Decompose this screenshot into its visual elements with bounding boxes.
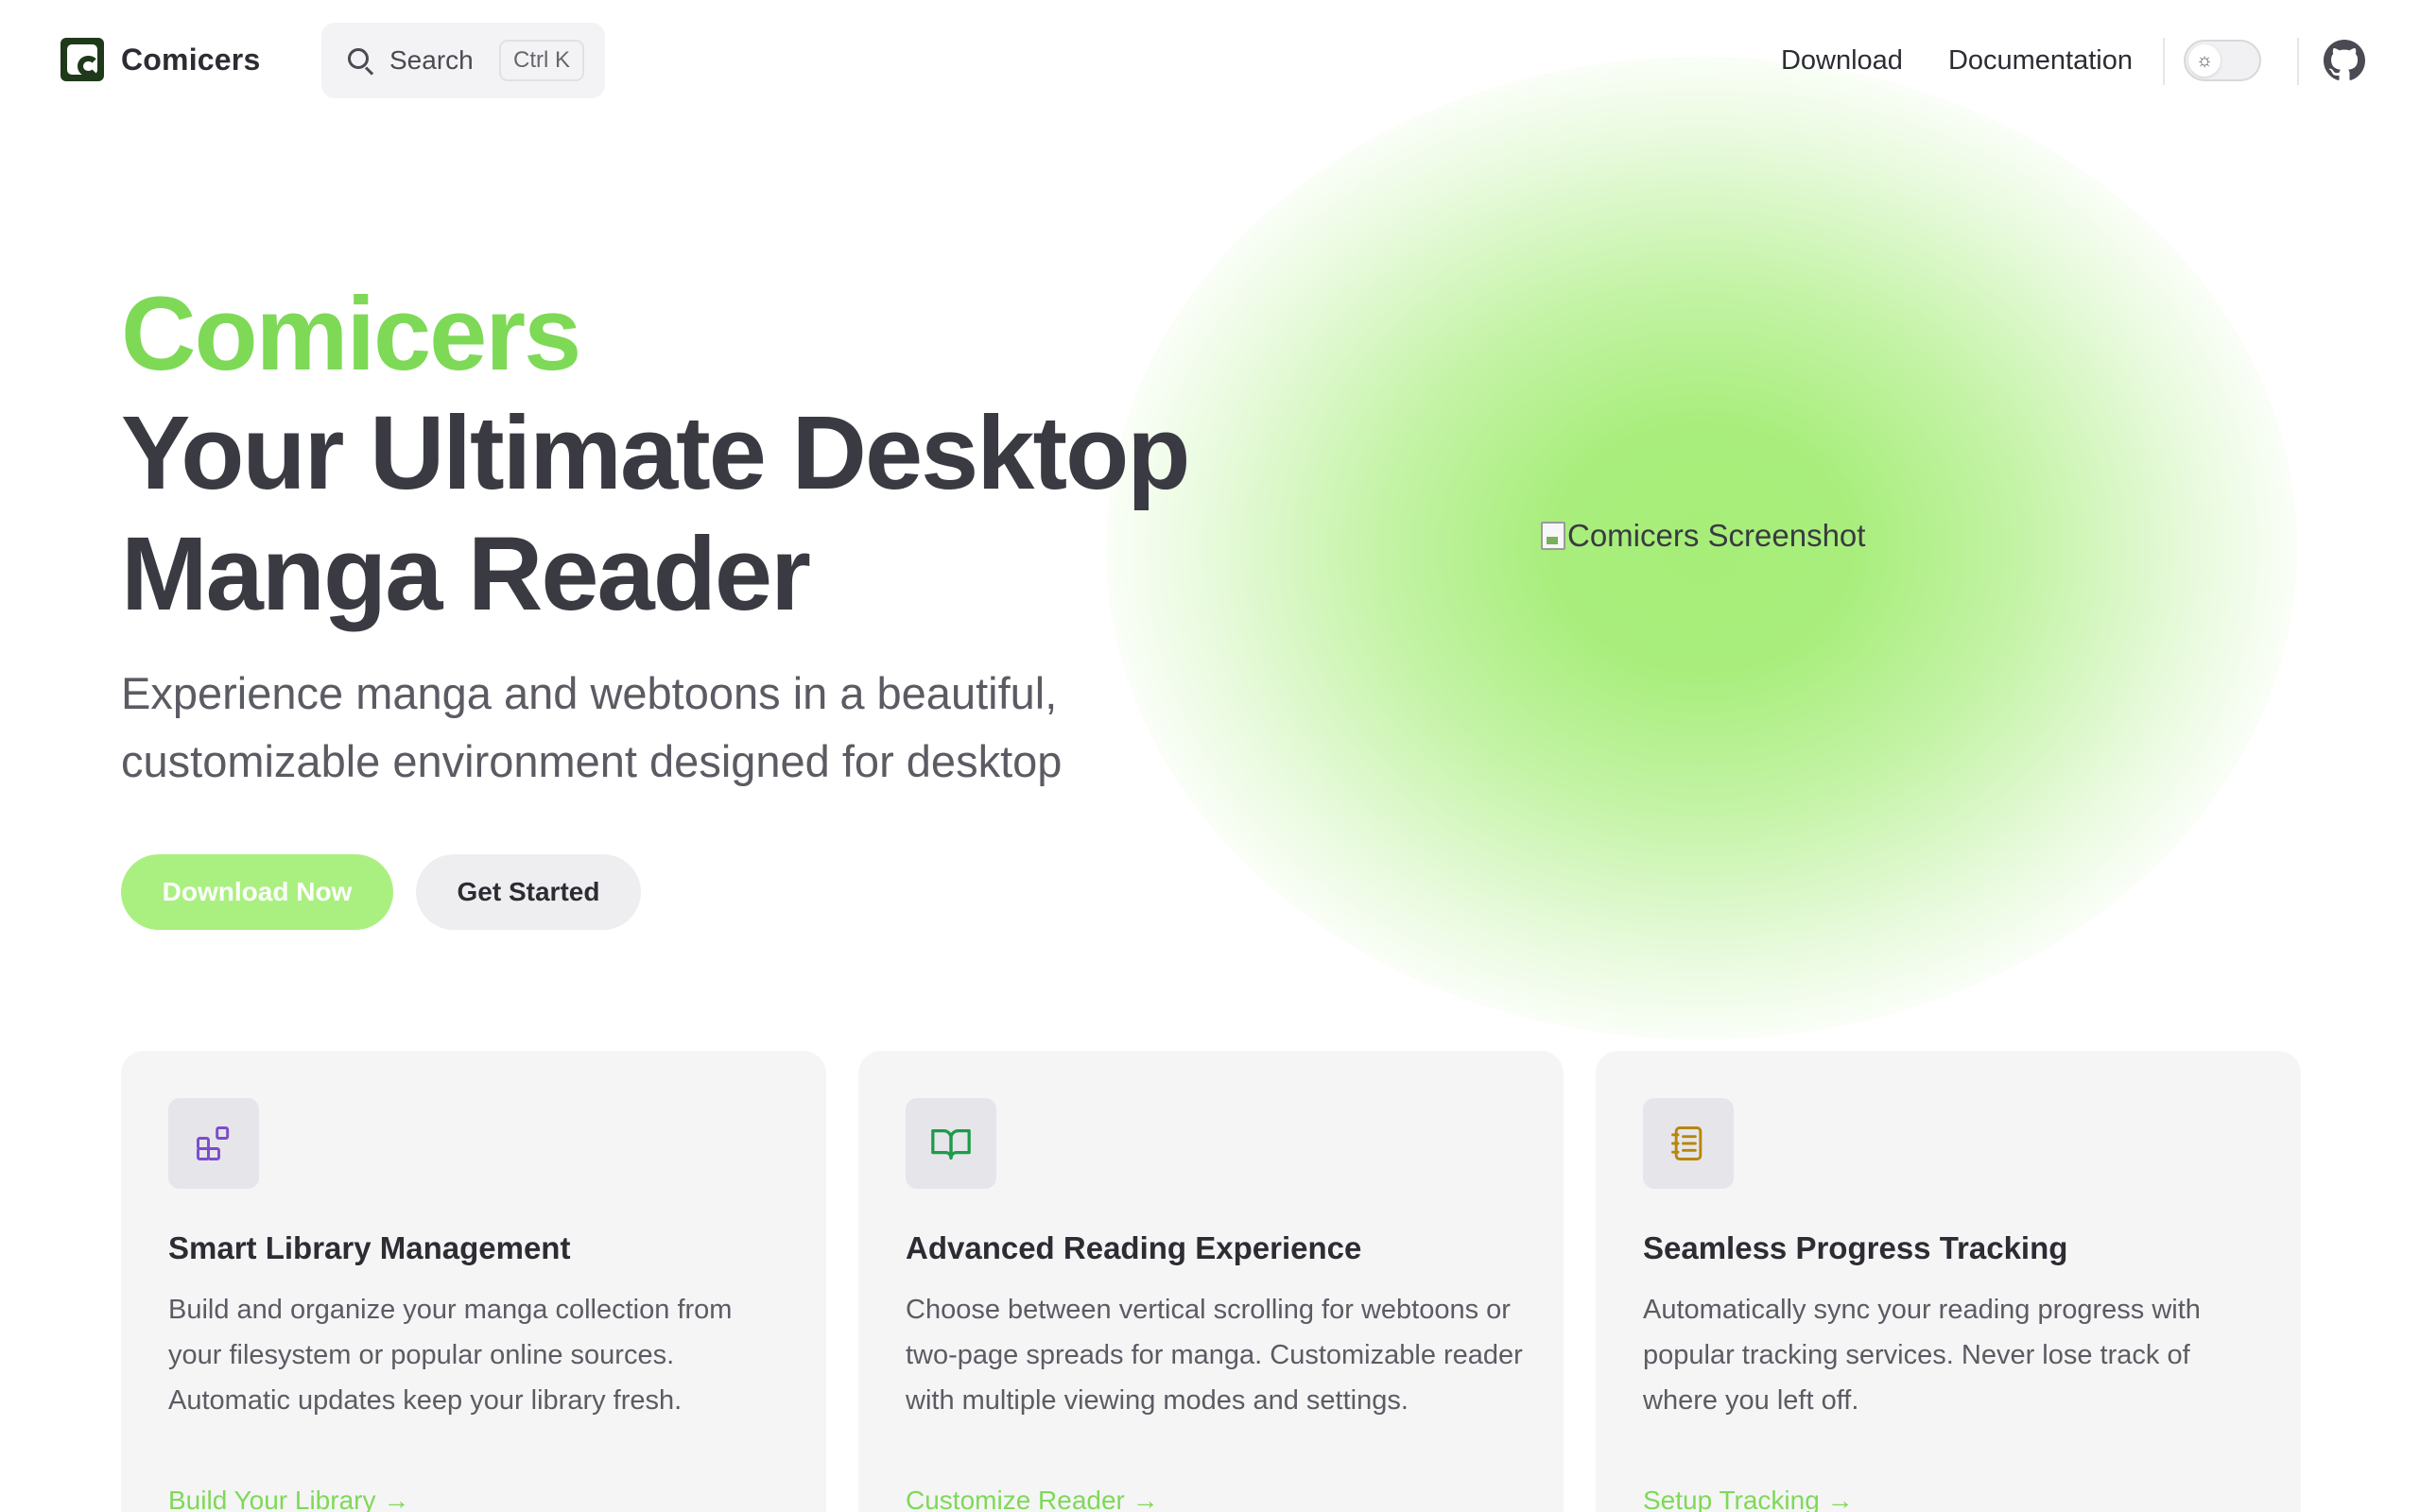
feature-description: Automatically sync your reading progress… (1643, 1295, 2201, 1416)
nav-link-download[interactable]: Download (1781, 45, 1903, 77)
broken-image-icon (1541, 522, 1565, 550)
feature-title: Smart Library Management (168, 1230, 571, 1265)
theme-toggle[interactable]: ☼ (2184, 40, 2261, 81)
get-started-button[interactable]: Get Started (416, 854, 641, 930)
search-shortcut: Ctrl K (499, 40, 584, 81)
search-label: Search (389, 45, 474, 75)
build-library-link[interactable]: Build Your Library → (168, 1486, 409, 1512)
sun-icon: ☼ (2188, 44, 2221, 77)
feature-card-tracking: Seamless Progress Tracking Automatically… (1596, 1051, 2301, 1512)
hero-subtitle: Experience manga and webtoons in a beaut… (121, 668, 1063, 786)
setup-tracking-link[interactable]: Setup Tracking → (1643, 1486, 1854, 1512)
download-now-button[interactable]: Download Now (121, 854, 393, 930)
search-button[interactable]: Search Ctrl K (321, 23, 605, 98)
feature-description: Build and organize your manga collection… (168, 1295, 733, 1416)
nav-divider (2297, 38, 2299, 85)
feature-card-reading: Advanced Reading Experience Choose betwe… (858, 1051, 1564, 1512)
nav-link-documentation[interactable]: Documentation (1948, 45, 2133, 77)
nav-links: Download Documentation (1736, 38, 2133, 83)
feature-title: Seamless Progress Tracking (1643, 1230, 2068, 1265)
feature-card-library: Smart Library Management Build and organ… (121, 1051, 826, 1512)
top-nav: Comicers Search Ctrl K Download Document… (0, 0, 2420, 121)
notebook-icon (1643, 1098, 1734, 1189)
brand[interactable]: Comicers (60, 38, 260, 81)
hero-title: Your Ultimate Desktop Manga Reader (121, 395, 1191, 632)
open-book-icon (906, 1098, 996, 1189)
feature-title: Advanced Reading Experience (906, 1230, 1362, 1265)
comicers-logo-icon (60, 38, 104, 81)
customize-reader-link[interactable]: Customize Reader → (906, 1486, 1159, 1512)
screenshot-alt-text: Comicers Screenshot (1567, 518, 1866, 553)
feature-description: Choose between vertical scrolling for we… (906, 1295, 1523, 1416)
hero-name: Comicers (121, 276, 581, 392)
library-blocks-icon (168, 1098, 259, 1189)
nav-divider (2163, 38, 2165, 85)
brand-name: Comicers (121, 42, 261, 77)
search-icon (346, 46, 374, 76)
github-icon[interactable] (2324, 40, 2365, 81)
hero-screenshot: Comicers Screenshot (1541, 518, 1865, 554)
